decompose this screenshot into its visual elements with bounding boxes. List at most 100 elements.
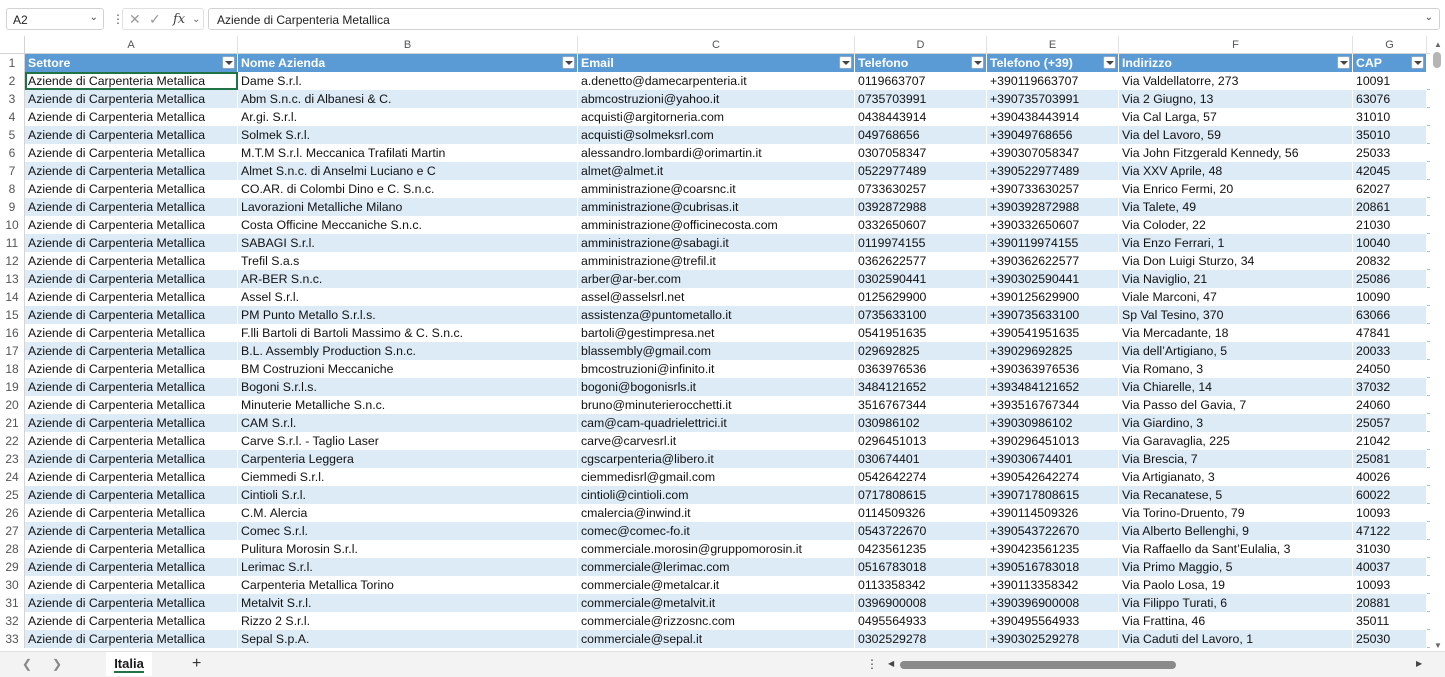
cell-nome-azienda[interactable]: Trefil S.a.s [238,252,578,270]
cell-telefono-39[interactable]: +390362622577 [987,252,1119,270]
row-number[interactable]: 14 [0,288,25,306]
cell-indirizzo[interactable]: Via Naviglio, 21 [1119,270,1353,288]
row-number[interactable]: 3 [0,90,25,108]
cell-indirizzo[interactable]: Via Alberto Bellenghi, 9 [1119,522,1353,540]
cell-indirizzo[interactable]: Via Enrico Fermi, 20 [1119,180,1353,198]
row-number[interactable]: 7 [0,162,25,180]
more-icon[interactable]: ⋮ [866,657,878,671]
cell-settore[interactable]: Aziende di Carpenteria Metallica [25,558,238,576]
cell-email[interactable]: cgscarpenteria@libero.it [578,450,855,468]
cell-email[interactable]: commerciale@sepal.it [578,630,855,648]
cell-email[interactable]: acquisti@argitorneria.com [578,108,855,126]
cell-telefono[interactable]: 0423561235 [855,540,987,558]
arrow-right-icon[interactable]: ❯ [52,657,62,671]
cell-nome-azienda[interactable]: PM Punto Metallo S.r.l.s. [238,306,578,324]
cell-telefono-39[interactable]: +390307058347 [987,144,1119,162]
cell-telefono-39[interactable]: +390495564933 [987,612,1119,630]
cell-indirizzo[interactable]: Via 2 Giugno, 13 [1119,90,1353,108]
cell-telefono[interactable]: 0495564933 [855,612,987,630]
sheet-tab-italia[interactable]: Italia [106,652,152,676]
cell-telefono-39[interactable]: +390735703991 [987,90,1119,108]
filter-dropdown-icon[interactable] [1411,56,1424,69]
cell-nome-azienda[interactable]: M.T.M S.r.l. Meccanica Trafilati Martin [238,144,578,162]
cell-cap[interactable]: 25086 [1353,270,1427,288]
row-number[interactable]: 2 [0,72,25,90]
cell-email[interactable]: carve@carvesrl.it [578,432,855,450]
cell-nome-azienda[interactable]: Almet S.n.c. di Anselmi Luciano e C [238,162,578,180]
cell-email[interactable]: commerciale@metalvit.it [578,594,855,612]
row-number[interactable]: 33 [0,630,25,648]
cell-telefono[interactable]: 029692825 [855,342,987,360]
cell-indirizzo[interactable]: Via Don Luigi Sturzo, 34 [1119,252,1353,270]
cell-telefono[interactable]: 0302529278 [855,630,987,648]
cell-nome-azienda[interactable]: Comec S.r.l. [238,522,578,540]
cell-cap[interactable]: 62027 [1353,180,1427,198]
cell-indirizzo[interactable]: Via Enzo Ferrari, 1 [1119,234,1353,252]
filter-dropdown-icon[interactable] [1337,56,1350,69]
cell-telefono[interactable]: 0522977489 [855,162,987,180]
cell-settore[interactable]: Aziende di Carpenteria Metallica [25,234,238,252]
cell-indirizzo[interactable]: Via XXV Aprile, 48 [1119,162,1353,180]
formula-input[interactable]: Aziende di Carpenteria Metallica ⌄ [208,8,1440,30]
cell-telefono[interactable]: 0363976536 [855,360,987,378]
row-number[interactable]: 19 [0,378,25,396]
cell-email[interactable]: alessandro.lombardi@orimartin.it [578,144,855,162]
row-number[interactable]: 32 [0,612,25,630]
cell-nome-azienda[interactable]: Pulitura Morosin S.r.l. [238,540,578,558]
cell-telefono-39[interactable]: +390542642274 [987,468,1119,486]
row-number[interactable]: 20 [0,396,25,414]
cell-telefono[interactable]: 3516767344 [855,396,987,414]
cell-cap[interactable]: 20033 [1353,342,1427,360]
cell-settore[interactable]: Aziende di Carpenteria Metallica [25,162,238,180]
cell-telefono-39[interactable]: +390541951635 [987,324,1119,342]
cell-cap[interactable]: 20881 [1353,594,1427,612]
cell-telefono[interactable]: 0735633100 [855,306,987,324]
cell-settore[interactable]: Aziende di Carpenteria Metallica [25,360,238,378]
cell-email[interactable]: commerciale@metalcar.it [578,576,855,594]
cell-nome-azienda[interactable]: B.L. Assembly Production S.n.c. [238,342,578,360]
cell-telefono-39[interactable]: +390733630257 [987,180,1119,198]
cell-indirizzo[interactable]: Via Giardino, 3 [1119,414,1353,432]
column-header-a[interactable]: A [25,36,238,54]
filter-dropdown-icon[interactable] [222,56,235,69]
cell-telefono-39[interactable]: +39030674401 [987,450,1119,468]
cell-cap[interactable]: 24060 [1353,396,1427,414]
cell-settore[interactable]: Aziende di Carpenteria Metallica [25,432,238,450]
cell-settore[interactable]: Aziende di Carpenteria Metallica [25,198,238,216]
cell-settore[interactable]: Aziende di Carpenteria Metallica [25,108,238,126]
cancel-icon[interactable]: ✕ [129,11,141,28]
cell-cap[interactable]: 35010 [1353,126,1427,144]
cell-indirizzo[interactable]: Via Recanatese, 5 [1119,486,1353,504]
scroll-left-icon[interactable]: ◀ [888,659,894,668]
cell-nome-azienda[interactable]: Abm S.n.c. di Albanesi & C. [238,90,578,108]
cell-indirizzo[interactable]: Via Torino-Druento, 79 [1119,504,1353,522]
cell-indirizzo[interactable]: Via Brescia, 7 [1119,450,1353,468]
cell-settore[interactable]: Aziende di Carpenteria Metallica [25,540,238,558]
cell-indirizzo[interactable]: Via Garavaglia, 225 [1119,432,1353,450]
row-number[interactable]: 21 [0,414,25,432]
cell-email[interactable]: abmcostruzioni@yahoo.it [578,90,855,108]
cell-nome-azienda[interactable]: Rizzo 2 S.r.l. [238,612,578,630]
row-number[interactable]: 12 [0,252,25,270]
cell-nome-azienda[interactable]: F.lli Bartoli di Bartoli Massimo & C. S.… [238,324,578,342]
cell-telefono[interactable]: 0542642274 [855,468,987,486]
cell-telefono-39[interactable]: +390332650607 [987,216,1119,234]
cell-nome-azienda[interactable]: Carpenteria Leggera [238,450,578,468]
chevron-down-icon[interactable]: ⌄ [1425,12,1433,23]
cell-email[interactable]: arber@ar-ber.com [578,270,855,288]
cell-email[interactable]: commerciale@lerimac.com [578,558,855,576]
cell-telefono-39[interactable]: +390113358342 [987,576,1119,594]
cell-indirizzo[interactable]: Via Paolo Losa, 19 [1119,576,1353,594]
cell-cap[interactable]: 31010 [1353,108,1427,126]
cell-cap[interactable]: 10093 [1353,504,1427,522]
cell-settore[interactable]: Aziende di Carpenteria Metallica [25,630,238,648]
cell-settore[interactable]: Aziende di Carpenteria Metallica [25,126,238,144]
cell-cap[interactable]: 24050 [1353,360,1427,378]
cell-cap[interactable]: 40026 [1353,468,1427,486]
cell-settore[interactable]: Aziende di Carpenteria Metallica [25,576,238,594]
cell-settore[interactable]: Aziende di Carpenteria Metallica [25,594,238,612]
cell-telefono[interactable]: 049768656 [855,126,987,144]
row-number[interactable]: 25 [0,486,25,504]
cell-indirizzo[interactable]: Via Primo Maggio, 5 [1119,558,1353,576]
cell-telefono[interactable]: 030674401 [855,450,987,468]
